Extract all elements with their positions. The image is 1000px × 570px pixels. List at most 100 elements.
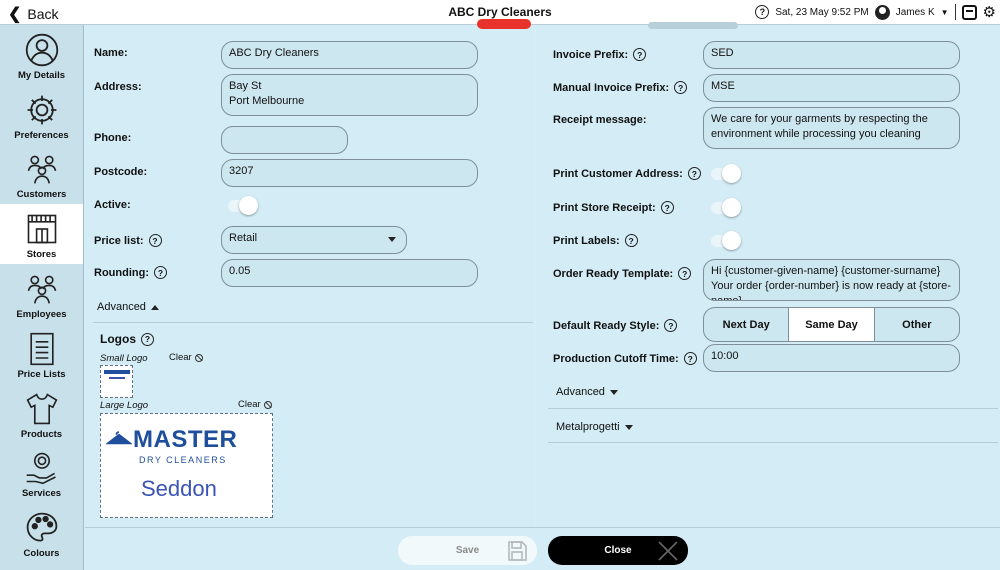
logo-store-text: Seddon	[141, 476, 217, 501]
advanced-toggle[interactable]: Advanced	[556, 386, 618, 398]
address-label: Address:	[94, 81, 142, 93]
help-icon[interactable]: ?	[755, 5, 770, 19]
settings-gear-icon[interactable]: ⚙	[983, 5, 996, 20]
receipt-message-input[interactable]: We care for your garments by respecting …	[703, 107, 960, 149]
ready-style-other[interactable]: Other	[875, 308, 959, 341]
ready-style-segmented-control: Next Day Same Day Other	[703, 307, 960, 342]
help-icon[interactable]: ?	[678, 267, 692, 280]
section-header-peek	[648, 22, 738, 29]
store-icon	[27, 214, 56, 244]
active-toggle[interactable]	[228, 196, 258, 215]
store-editor: Name: ABC Dry Cleaners Address: Bay St P…	[85, 19, 1000, 527]
order-ready-template-input[interactable]: Hi {customer-given-name} {customer-surna…	[703, 259, 960, 301]
clear-label: Clear	[238, 399, 261, 410]
hanger-logo-icon	[106, 431, 132, 445]
sidebar-item-my-details[interactable]: My Details	[0, 25, 83, 85]
production-cutoff-input[interactable]: 10:00	[703, 344, 960, 372]
save-button[interactable]: Save	[398, 536, 537, 565]
advanced-label: Advanced	[97, 301, 146, 313]
name-input[interactable]: ABC Dry Cleaners	[221, 41, 478, 69]
user-dropdown-icon[interactable]: ▼	[941, 8, 949, 17]
print-store-receipt-label: Print Store Receipt:?	[553, 201, 674, 214]
large-logo-label: Large Logo	[100, 400, 149, 411]
delete-button-peek[interactable]	[477, 19, 531, 29]
chevron-left-icon: ❮	[8, 6, 22, 23]
user-avatar-icon[interactable]	[874, 4, 890, 20]
price-list-label: Price list:?	[94, 234, 162, 247]
gear-icon	[27, 95, 56, 124]
manual-invoice-prefix-label: Manual Invoice Prefix:?	[553, 81, 688, 94]
sidebar-item-customers[interactable]: Customers	[0, 145, 83, 205]
sidebar-item-colours[interactable]: Colours	[0, 503, 83, 563]
sidebar-item-stores[interactable]: Stores	[0, 204, 83, 265]
advanced-toggle[interactable]: Advanced	[97, 301, 159, 313]
help-icon[interactable]: ?	[660, 201, 674, 214]
sidebar-item-label: My Details	[18, 69, 65, 81]
help-icon[interactable]: ?	[624, 234, 638, 247]
save-label: Save	[455, 545, 480, 556]
sidebar-item-label: Stores	[26, 249, 57, 261]
clear-small-logo-button[interactable]: Clear	[169, 352, 203, 363]
large-logo-image[interactable]: MASTER DRY CLEANERS Seddon	[100, 413, 273, 518]
print-store-receipt-toggle[interactable]	[711, 198, 741, 217]
toggle-knob	[722, 198, 741, 217]
print-labels-toggle[interactable]	[711, 231, 741, 250]
receipt-message-label: Receipt message:	[553, 114, 647, 126]
ready-style-next-day[interactable]: Next Day	[704, 308, 790, 341]
help-icon[interactable]: ?	[141, 332, 154, 346]
divider	[93, 322, 533, 323]
sidebar-item-label: Products	[20, 428, 63, 440]
phone-input[interactable]	[221, 126, 348, 154]
help-icon[interactable]: ?	[687, 167, 701, 180]
postcode-input[interactable]: 3207	[221, 159, 478, 187]
sidebar-item-services[interactable]: Services	[0, 444, 83, 504]
help-icon[interactable]: ?	[683, 352, 697, 365]
small-logo-image[interactable]	[100, 365, 133, 398]
small-logo-mark	[104, 370, 130, 374]
small-logo-label: Small Logo	[100, 353, 148, 364]
back-button[interactable]: ❮ Back	[8, 4, 59, 24]
help-icon[interactable]: ?	[148, 234, 162, 247]
phone-label: Phone:	[94, 132, 132, 144]
shirt-icon	[26, 392, 57, 424]
help-icon[interactable]: ?	[674, 81, 688, 94]
help-icon[interactable]: ?	[664, 319, 678, 332]
register-icon[interactable]	[961, 4, 977, 20]
sidebar-item-label: Employees	[16, 308, 67, 320]
services-icon	[26, 453, 56, 485]
sidebar-item-label: Preferences	[14, 129, 69, 141]
sidebar-item-label: Price Lists	[17, 368, 66, 380]
sidebar-item-products[interactable]: Products	[0, 384, 83, 444]
sidebar-item-employees[interactable]: Employees	[0, 264, 83, 324]
invoice-prefix-input[interactable]: SED	[703, 41, 960, 69]
rounding-input[interactable]: 0.05	[221, 259, 478, 287]
address-input[interactable]: Bay St Port Melbourne	[221, 74, 478, 116]
close-button[interactable]: Close	[548, 536, 688, 565]
sidebar-item-label: Services	[21, 488, 62, 500]
sidebar: My Details Preferences Customers Stores …	[0, 25, 84, 570]
sidebar-item-price-lists[interactable]: Price Lists	[0, 324, 83, 384]
print-customer-address-toggle[interactable]	[711, 164, 741, 183]
employees-icon	[27, 275, 56, 304]
ready-style-same-day[interactable]: Same Day	[789, 308, 875, 341]
metalprogetti-toggle[interactable]: Metalprogetti	[556, 421, 633, 433]
top-bar-right: ? Sat, 23 May 9:52 PM James K ▼ ⚙	[755, 4, 996, 20]
active-label: Active:	[94, 199, 131, 211]
divider	[548, 408, 998, 409]
close-label: Close	[604, 545, 632, 556]
default-ready-style-label: Default Ready Style:?	[553, 319, 678, 332]
help-icon[interactable]: ?	[153, 266, 167, 279]
invoice-prefix-label: Invoice Prefix:?	[553, 48, 647, 61]
user-name[interactable]: James K	[896, 7, 935, 18]
caret-down-icon	[609, 389, 618, 395]
price-list-select[interactable]: Retail	[221, 226, 407, 254]
small-logo-mark	[109, 377, 125, 379]
logos-title: Logos?	[100, 332, 154, 346]
metalprogetti-label: Metalprogetti	[556, 421, 620, 433]
sidebar-item-preferences[interactable]: Preferences	[0, 85, 83, 145]
production-cutoff-label: Production Cutoff Time:?	[553, 352, 697, 365]
clear-large-logo-button[interactable]: Clear	[238, 399, 272, 410]
help-icon[interactable]: ?	[633, 48, 647, 61]
manual-invoice-prefix-input[interactable]: MSE	[703, 74, 960, 102]
logo-brand-text: MASTER	[133, 426, 238, 453]
